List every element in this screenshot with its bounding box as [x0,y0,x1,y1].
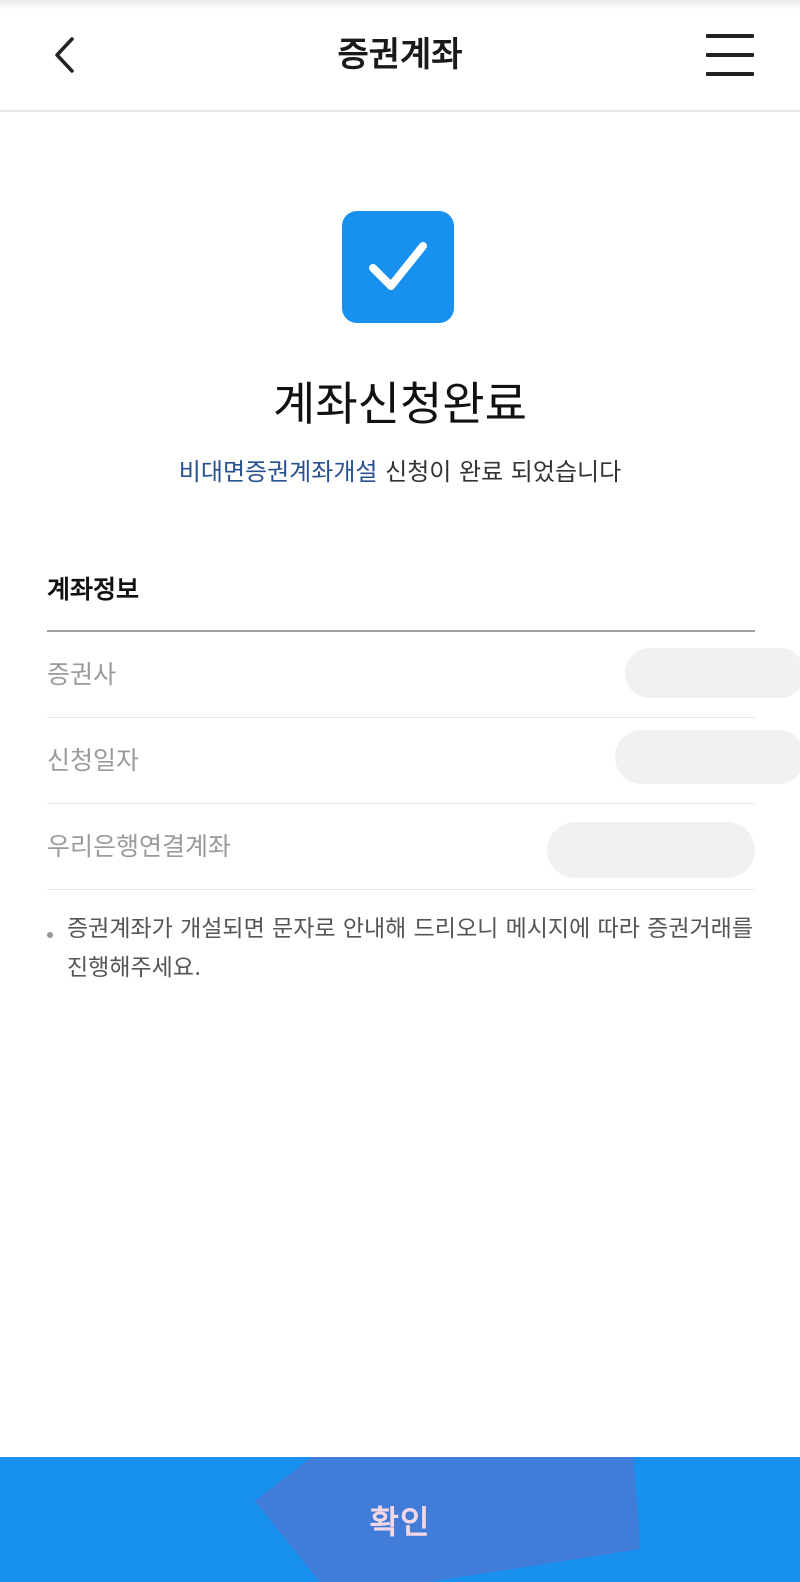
bullet-icon [47,932,53,938]
info-row-securities-company: 증권사 [47,632,800,718]
redacted-value [547,822,755,878]
info-row-linked-account: 우리은행연결계좌 [47,804,755,890]
top-bar: 증권계좌 [0,0,800,112]
redacted-value [615,730,800,784]
completion-subtitle: 비대면증권계좌개설 신청이 완료 되었습니다 [0,454,800,490]
page-title: 증권계좌 [337,35,463,75]
completion-message: 신청이 완료 되었습니다 [377,458,622,486]
hamburger-menu-icon-line [706,53,754,57]
info-row-application-date: 신청일자 [47,718,800,804]
info-label: 우리은행연결계좌 [47,832,232,861]
confirm-button-label: 확인 [369,1502,431,1541]
success-checkbox [342,211,454,323]
info-label: 신청일자 [47,746,140,775]
overlay-mark [255,1457,640,1582]
confirm-button[interactable]: 확인 [0,1457,800,1582]
service-name: 비대면증권계좌개설 [178,458,378,486]
page: 증권계좌 계좌신청완료 비대면증권계좌개설 신청이 완료 되었습니다 계좌정보 … [0,0,800,1582]
redacted-value [625,648,800,698]
checkmark-icon [369,242,427,290]
account-info-title: 계좌정보 [47,575,140,604]
hamburger-menu-icon-line [706,72,754,76]
info-label: 증권사 [47,660,117,689]
hamburger-menu-icon [706,34,754,38]
menu-button[interactable] [706,34,754,76]
completion-title: 계좌신청완료 [273,377,527,431]
notice-text: 증권계좌가 개설되면 문자로 안내해 드리오니 메시지에 따라 증권거래를 진행… [67,916,753,981]
notice: 증권계좌가 개설되면 문자로 안내해 드리오니 메시지에 따라 증권거래를 진행… [47,910,757,988]
